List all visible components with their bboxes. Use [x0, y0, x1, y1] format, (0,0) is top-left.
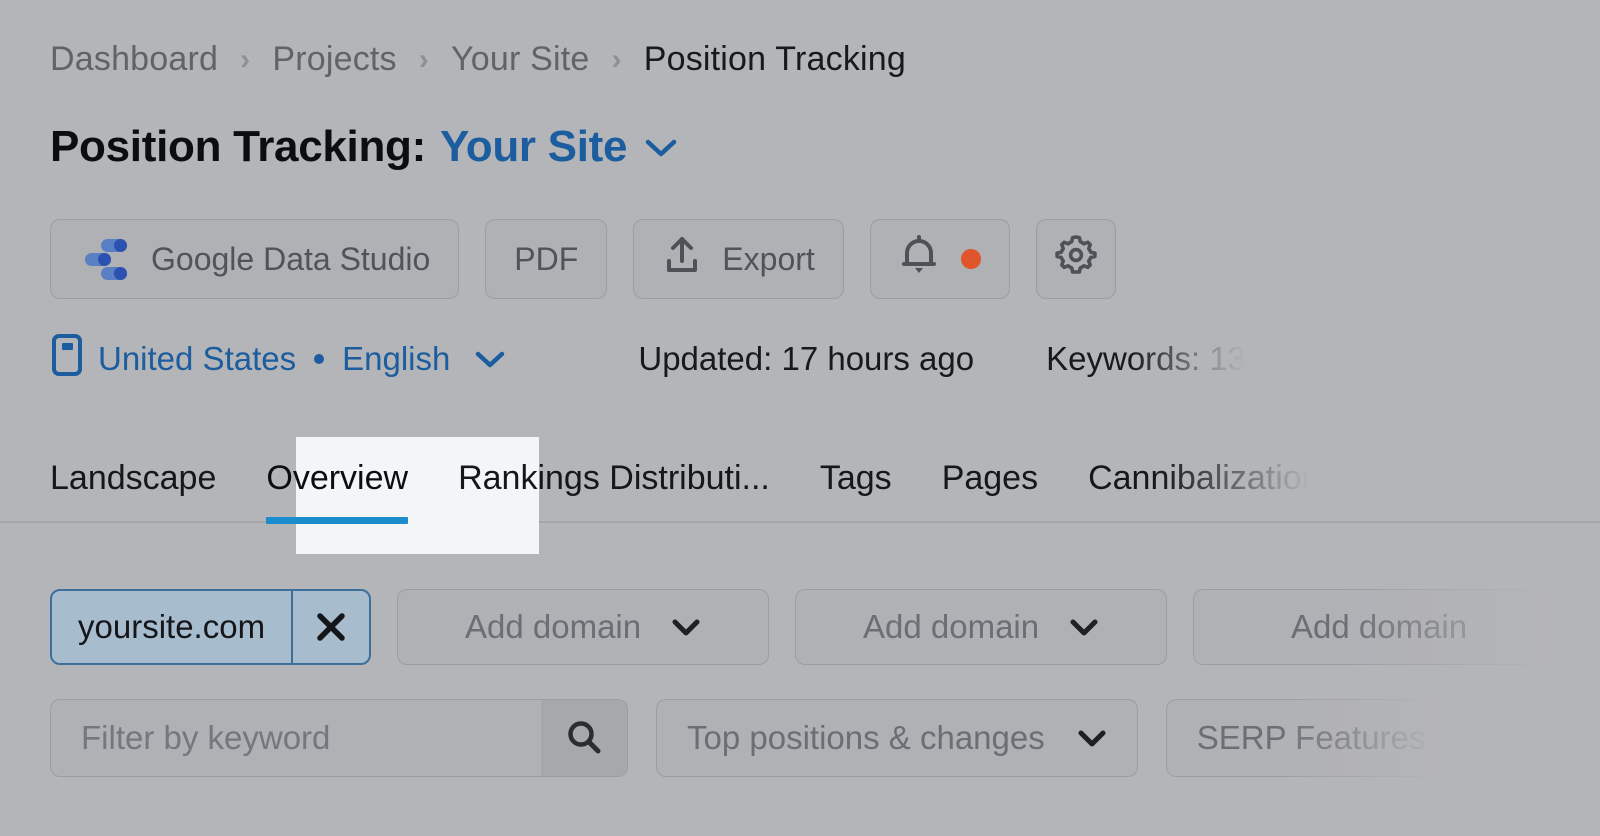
last-updated-label: Updated: 17 hours ago [638, 340, 974, 378]
breadcrumb-item-dashboard[interactable]: Dashboard [50, 40, 218, 79]
page-title-prefix: Position Tracking: [50, 122, 426, 172]
settings-button[interactable] [1036, 219, 1116, 299]
breadcrumb-item-position-tracking: Position Tracking [644, 40, 906, 79]
breadcrumb-separator-icon: › [218, 45, 272, 75]
tab-overview[interactable]: Overview [266, 459, 408, 524]
chevron-down-icon [1069, 617, 1099, 637]
locale-separator-dot [314, 354, 324, 364]
domain-chip-label: yoursite.com [52, 591, 291, 663]
serp-features-dropdown[interactable]: SERP Features [1166, 699, 1457, 777]
breadcrumb-item-your-site[interactable]: Your Site [451, 40, 590, 79]
domain-chip-active[interactable]: yoursite.com [50, 589, 371, 665]
search-input[interactable]: Filter by keyword [51, 700, 541, 776]
search-icon [564, 718, 604, 758]
tab-pages[interactable]: Pages [942, 459, 1038, 524]
keywords-count-label: Keywords: 13 [1046, 340, 1246, 378]
serp-features-label: SERP Features [1197, 719, 1426, 757]
page-title: Position Tracking: Your Site [50, 122, 679, 172]
locale-country: United States [98, 340, 296, 378]
google-data-studio-icon [79, 236, 131, 282]
filters-row: Filter by keyword Top positions & change… [50, 699, 1456, 777]
add-domain-label: Add domain [863, 608, 1039, 646]
chevron-down-icon[interactable] [474, 348, 506, 370]
page-title-site[interactable]: Your Site [440, 122, 627, 172]
domain-chips-row: yoursite.com Add domain Add domain [50, 589, 1565, 665]
tab-rankings-distribution[interactable]: Rankings Distributi... [458, 459, 770, 524]
add-domain-dropdown-3[interactable]: Add domain [1193, 589, 1565, 665]
keyword-filter[interactable]: Filter by keyword [50, 699, 628, 777]
chevron-down-icon [671, 617, 701, 637]
tab-tags[interactable]: Tags [820, 459, 892, 524]
pdf-button[interactable]: PDF [485, 219, 607, 299]
add-domain-dropdown-2[interactable]: Add domain [795, 589, 1167, 665]
notification-alert-dot [961, 249, 981, 269]
chevron-down-icon [1077, 728, 1107, 748]
position-filter-dropdown[interactable]: Top positions & changes [656, 699, 1138, 777]
tab-bar: Landscape Overview Rankings Distributi..… [50, 459, 1321, 524]
breadcrumb-separator-icon: › [397, 45, 451, 75]
export-label: Export [722, 241, 814, 278]
pdf-label: PDF [514, 241, 578, 278]
device-icon [50, 333, 84, 385]
locale-language: English [342, 340, 450, 378]
bell-icon [899, 232, 939, 286]
toolbar: Google Data Studio PDF Export [50, 219, 1116, 299]
search-button[interactable] [541, 700, 627, 776]
export-button[interactable]: Export [633, 219, 843, 299]
breadcrumb-item-projects[interactable]: Projects [272, 40, 396, 79]
upload-icon [662, 234, 702, 284]
add-domain-label: Add domain [1291, 608, 1467, 646]
breadcrumb-separator-icon: › [590, 45, 644, 75]
google-data-studio-label: Google Data Studio [151, 241, 430, 278]
chevron-down-icon[interactable] [643, 135, 679, 159]
tab-cannibalization[interactable]: Cannibalization [1088, 459, 1321, 524]
close-icon[interactable] [291, 591, 369, 663]
gear-icon [1054, 233, 1098, 285]
add-domain-dropdown-1[interactable]: Add domain [397, 589, 769, 665]
google-data-studio-button[interactable]: Google Data Studio [50, 219, 459, 299]
project-info-row: United States English Updated: 17 hours … [50, 333, 1246, 385]
position-tracking-page: Dashboard › Projects › Your Site › Posit… [0, 0, 1600, 836]
tab-landscape[interactable]: Landscape [50, 459, 216, 524]
position-filter-label: Top positions & changes [687, 719, 1045, 757]
locale-selector[interactable]: United States English [50, 333, 506, 385]
notifications-button[interactable] [870, 219, 1010, 299]
add-domain-label: Add domain [465, 608, 641, 646]
breadcrumb: Dashboard › Projects › Your Site › Posit… [50, 40, 906, 79]
